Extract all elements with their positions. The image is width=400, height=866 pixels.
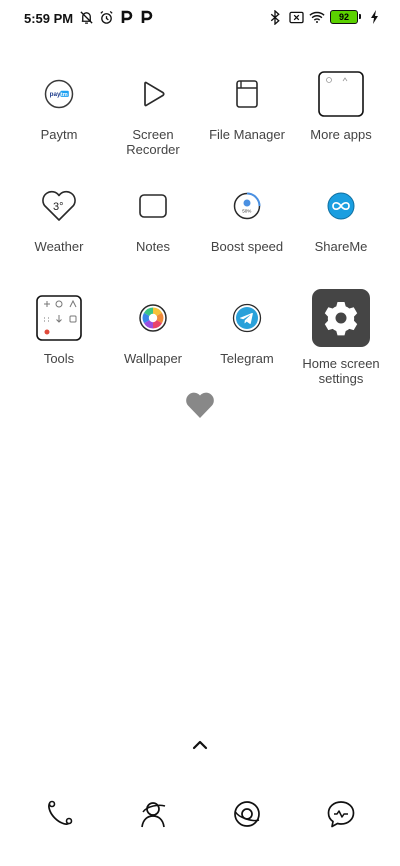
app-label: Tools xyxy=(43,351,75,366)
app-screen-recorder[interactable]: Screen Recorder xyxy=(106,70,200,157)
telegram-icon xyxy=(223,294,271,342)
boost-speed-icon: 50% xyxy=(223,182,271,230)
weather-temperature: 3° xyxy=(53,201,64,213)
app-telegram[interactable]: Telegram xyxy=(200,294,294,366)
app-drawer-chevron-up-icon[interactable] xyxy=(190,736,210,754)
battery-icon: 92 xyxy=(330,10,361,24)
app-label: Boost speed xyxy=(210,239,284,254)
paytm-icon: pay tm xyxy=(35,70,83,118)
bluetooth-icon xyxy=(267,9,283,25)
no-sim-icon xyxy=(288,9,304,25)
app-label: Notes xyxy=(136,239,170,254)
wallpaper-icon xyxy=(129,294,177,342)
app-shareme[interactable]: ShareMe xyxy=(294,182,388,254)
svg-text:pay: pay xyxy=(50,91,61,98)
status-left-icons xyxy=(78,9,154,25)
app-wallpaper[interactable]: Wallpaper xyxy=(106,294,200,366)
status-bar: 5:59 PM 92 xyxy=(0,0,400,36)
app-file-manager[interactable]: File Manager xyxy=(200,70,294,142)
app-home-screen-settings[interactable]: Home screen settings xyxy=(294,289,388,386)
contacts-icon[interactable] xyxy=(133,794,173,834)
settings-icon xyxy=(312,289,370,347)
app-label: Home screen settings xyxy=(302,356,380,386)
app-label: File Manager xyxy=(209,127,285,142)
app-label: Paytm xyxy=(40,127,78,142)
tools-icon xyxy=(35,294,83,342)
phone-icon[interactable] xyxy=(39,794,79,834)
status-time: 5:59 PM xyxy=(24,11,74,26)
app-label: Screen Recorder xyxy=(126,127,180,157)
wifi-icon xyxy=(309,9,325,25)
paytm-notification-icon xyxy=(118,9,134,25)
heart-icon xyxy=(184,389,216,421)
app-label: Telegram xyxy=(220,351,274,366)
boost-speed-percent: 50% xyxy=(242,209,251,214)
app-label: ShareMe xyxy=(314,239,368,254)
app-weather[interactable]: 3° Weather xyxy=(12,182,106,254)
shareme-icon xyxy=(317,182,365,230)
charging-icon xyxy=(366,9,382,25)
alarm-icon xyxy=(98,9,114,25)
app-notes[interactable]: Notes xyxy=(106,182,200,254)
screen-recorder-icon xyxy=(129,70,177,118)
app-tools-folder[interactable]: Tools xyxy=(12,294,106,366)
folder-icon xyxy=(317,70,365,118)
app-label: Weather xyxy=(34,239,84,254)
app-more-apps-folder[interactable]: More apps xyxy=(294,70,388,142)
svg-text:tm: tm xyxy=(61,92,68,98)
app-boost-speed[interactable]: 50% Boost speed xyxy=(200,182,294,254)
status-right-icons: 92 xyxy=(267,9,382,25)
browser-icon[interactable] xyxy=(227,794,267,834)
do-not-disturb-icon xyxy=(78,9,94,25)
app-label: More apps xyxy=(310,127,372,142)
file-manager-icon xyxy=(223,70,271,118)
notes-icon xyxy=(129,182,177,230)
weather-icon: 3° xyxy=(35,182,83,230)
app-label: Wallpaper xyxy=(123,351,183,366)
messages-icon[interactable] xyxy=(321,794,361,834)
app-paytm[interactable]: pay tm Paytm xyxy=(12,70,106,142)
paytm-notification-icon xyxy=(138,9,154,25)
dock xyxy=(0,794,400,834)
